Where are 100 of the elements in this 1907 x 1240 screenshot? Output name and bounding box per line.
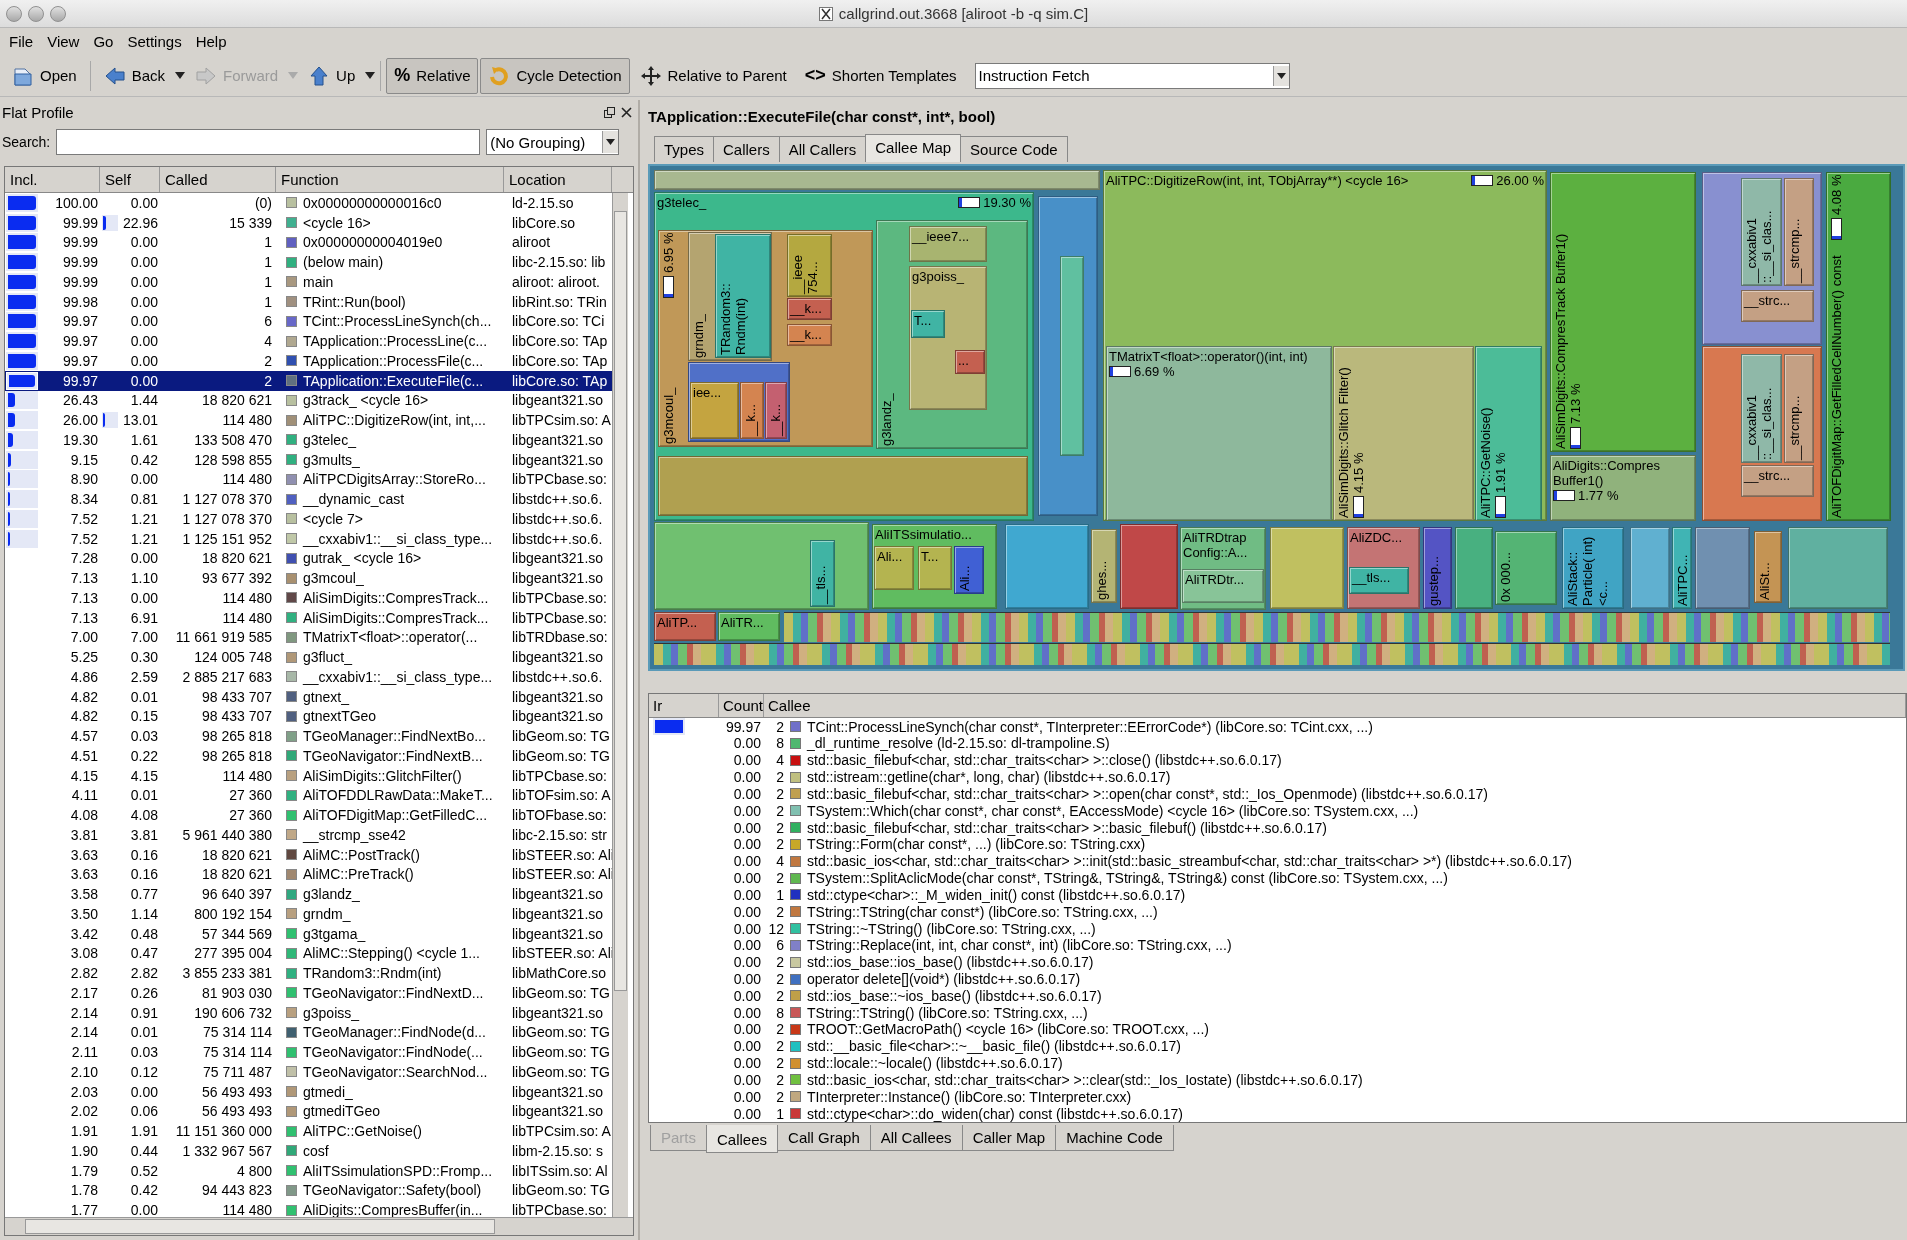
grouping-dropdown[interactable]: (No Grouping) xyxy=(486,129,620,155)
treemap-node[interactable]: __tls... xyxy=(654,522,869,610)
callee-row[interactable]: 0.00 6 TString::Replace(int, int, char const*, int) (libCore.so: TString.cxx, ...) xyxy=(649,936,1906,954)
treemap-node[interactable]: __k... xyxy=(787,298,832,320)
callee-row[interactable]: 0.00 2 std::basic_ios<char, std::char_traits<char> >::clear(std::_Ios_Iostate) (libstdc++.so.6.0.17) xyxy=(649,1071,1906,1089)
treemap-node[interactable] xyxy=(1630,527,1670,609)
table-row[interactable]: 7.52 1.21 1 127 078 370 <cycle 7> libstdc++.so.6. xyxy=(5,509,612,529)
table-row[interactable]: 3.58 0.77 96 640 397 g3landz_ libgeant321.so xyxy=(5,884,612,904)
table-row[interactable]: 99.98 0.00 1 TRint::Run(bool) libRint.so: TRin xyxy=(5,291,612,312)
callee-row[interactable]: 0.00 2 std::basic_filebuf<char, std::char_traits<char> >::basic_filebuf() (libstdc++.so.6.0.17) xyxy=(649,819,1906,836)
treemap-node[interactable]: AliDigits::Compres Buffer1() 1.77 % xyxy=(1550,455,1696,521)
table-row[interactable]: 3.81 3.81 5 961 440 380 __strcmp_sse42 libc-2.15.so: str xyxy=(5,825,612,845)
table-row[interactable]: 3.50 1.14 800 192 154 grndm_ libgeant321.so xyxy=(5,904,612,924)
callee-row[interactable]: 0.00 2 std::istream::getline(char*, long, char) (libstdc++.so.6.0.17) xyxy=(649,768,1906,786)
table-row[interactable]: 99.99 22.96 15 339 <cycle 16> libCore.so xyxy=(5,212,612,233)
treemap-node[interactable]: __k... xyxy=(765,382,787,439)
table-row[interactable]: 19.30 1.61 133 508 470 g3telec_ libgeant321.so xyxy=(5,430,612,450)
caret-icon[interactable] xyxy=(365,72,376,79)
menu-item[interactable]: File xyxy=(4,31,39,52)
treemap-node[interactable]: T... xyxy=(918,546,952,590)
treemap-node[interactable]: ghes... xyxy=(1091,529,1117,603)
table-row[interactable]: 7.00 7.00 11 661 919 585 TMatrixT<float>::operator(... libTRDbase.so: xyxy=(5,627,612,648)
table-row[interactable]: 3.42 0.48 57 344 569 g3tgama_ libgeant321.so xyxy=(5,923,612,944)
table-row[interactable]: 1.91 1.91 11 151 360 000 AliTPC::GetNoise() libTPCsim.so: A xyxy=(5,1121,612,1141)
treemap-node[interactable]: AliZDC... __tls... xyxy=(1347,527,1420,609)
treemap-node[interactable]: __ieee7... xyxy=(909,226,987,262)
table-row[interactable]: 99.97 0.00 2 TApplication::ProcessFile(c... libCore.so: TAp xyxy=(5,351,612,371)
tab[interactable]: Types xyxy=(654,136,715,162)
table-row[interactable]: 2.02 0.06 56 493 493 gtmediTGeo libgeant321.so xyxy=(5,1101,612,1122)
table-row[interactable]: 2.82 2.82 3 855 233 381 TRandom3::Rndm(int) libMathCore.so xyxy=(5,963,612,983)
treemap-node[interactable] xyxy=(1455,527,1493,609)
table-row[interactable]: 99.97 0.00 2 TApplication::ExecuteFile(c... libCore.so: TAp xyxy=(5,370,612,391)
tab[interactable]: Machine Code xyxy=(1055,1125,1174,1151)
treemap-node[interactable]: __k... xyxy=(740,382,764,439)
search-field[interactable] xyxy=(56,129,481,155)
callee-row[interactable]: 0.00 1 std::ctype<char>::_M_widen_init() const (libstdc++.so.6.0.17) xyxy=(649,886,1906,904)
treemap-node[interactable] xyxy=(1005,524,1089,609)
treemap-node[interactable]: g3landz_ __ieee7... g3poiss_ T... ... xyxy=(876,220,1028,449)
toolbar-button[interactable]: Up xyxy=(300,57,364,94)
table-row[interactable]: 4.82 0.15 98 433 707 gtnextTGeo libgeant321.so xyxy=(5,706,612,727)
treemap-node[interactable]: __cxxabiv1 ::__si_clas... __strcmp... __strc... xyxy=(1702,346,1822,521)
table-row[interactable]: 4.57 0.03 98 265 818 TGeoManager::FindNextBo... libGeom.so: TG xyxy=(5,726,612,746)
callee-row[interactable]: 0.00 2 TString::TString(char const*) (libCore.so: TString.cxx, ...) xyxy=(649,903,1906,921)
callee-row[interactable]: 0.00 4 std::basic_filebuf<char, std::char_traits<char> >::close() (libstdc++.so.6.0.17) xyxy=(649,751,1906,769)
menu-item[interactable]: Help xyxy=(190,31,232,52)
table-row[interactable]: 100.00 0.00 (0) 0x00000000000016c0 ld-2.15.so xyxy=(5,193,612,213)
treemap-node[interactable]: __k... xyxy=(787,324,832,346)
horizontal-scrollbar[interactable] xyxy=(5,1217,633,1235)
table-row[interactable]: 4.11 0.01 27 360 AliTOFDDLRawData::MakeT... libTOFsim.so: A xyxy=(5,785,612,806)
caret-icon[interactable] xyxy=(175,72,186,79)
table-row[interactable]: 4.82 0.01 98 433 707 gtnext_ libgeant321.so xyxy=(5,686,612,707)
table-row[interactable]: 1.90 0.44 1 332 967 567 cosf libm-2.15.so: s xyxy=(5,1141,612,1161)
table-row[interactable]: 2.10 0.12 75 711 487 TGeoNavigator::SearchNod... libGeom.so: TG xyxy=(5,1062,612,1082)
toolbar-button[interactable]: <> Shorten Templates xyxy=(796,57,965,94)
callee-row[interactable]: 0.00 2 std::basic_filebuf<char, std::char_traits<char> >::open(char const*, std::_Ios_Openmode) (libstdc++.so.6.0.17) xyxy=(649,785,1906,803)
callee-row[interactable]: 0.00 2 TSystem::Which(char const*, char const*, EAccessMode) <cycle 16> (libCore.so: TSystem.cxx, ...) xyxy=(649,802,1906,820)
treemap-node[interactable] xyxy=(1060,256,1084,456)
callee-row[interactable]: 99.97 2 TCint::ProcessLineSynch(char const*, TInterpreter::EErrorCode*) (libCore.so: TCint.cxx, ...) xyxy=(649,718,1906,735)
column-header[interactable]: Ir xyxy=(649,694,719,717)
table-row[interactable]: 99.97 0.00 4 TApplication::ProcessLine(c... libCore.so: TAp xyxy=(5,331,612,351)
treemap-node[interactable]: Ali... xyxy=(874,546,914,590)
callee-row[interactable]: 0.00 1 std::ctype<char>::do_widen(char) const (libstdc++.so.6.0.17) xyxy=(649,1105,1906,1122)
treemap-node[interactable]: AliTP... xyxy=(654,612,716,641)
callee-row[interactable]: 0.00 2 std::ios_base::~ios_base() (libstdc++.so.6.0.17) xyxy=(649,987,1906,1005)
table-row[interactable]: 2.11 0.03 75 314 114 TGeoNavigator::FindNode(... libGeom.so: TG xyxy=(5,1042,612,1062)
table-row[interactable]: 1.79 0.52 4 800 AliITSsimulationSPD::Fromp... libITSsim.so: Al xyxy=(5,1160,612,1181)
table-row[interactable]: 9.15 0.42 128 598 855 g3mults_ libgeant321.so xyxy=(5,449,612,470)
treemap-node[interactable]: AliSt... xyxy=(1754,531,1782,603)
callee-row[interactable]: 0.00 4 std::basic_ios<char, std::char_traits<char> >::init(std::basic_streambuf<char, std::char_traits<char> >*) (libstdc++.so.6.0.17) xyxy=(649,852,1906,870)
table-row[interactable]: 4.15 4.15 114 480 AliSimDigits::GlitchFilter() libTPCbase.so: xyxy=(5,765,612,786)
treemap-node[interactable] xyxy=(654,170,1100,190)
treemap-node[interactable]: T... xyxy=(911,310,945,338)
column-header[interactable]: Self xyxy=(100,167,160,192)
callee-row[interactable]: 0.00 2 std::__basic_file<char>::~__basic_file() (libstdc++.so.6.0.17) xyxy=(649,1037,1906,1055)
treemap-node[interactable] xyxy=(1788,527,1888,609)
treemap-node[interactable]: g3mcoul_ 6.95 % grndm_ TRandom3:: Rndm(int) __ieee 754... __k... __k... iee... __k... __k... xyxy=(658,230,873,447)
callee-row[interactable]: 0.00 2 std::ios_base::ios_base() (libstdc++.so.6.0.17) xyxy=(649,953,1906,971)
column-header[interactable]: Callee xyxy=(764,694,1906,717)
table-row[interactable]: 7.13 1.10 93 677 392 g3mcoul_ libgeant321.so xyxy=(5,568,612,588)
treemap-node[interactable]: __strc... xyxy=(1741,465,1814,497)
table-row[interactable]: 7.52 1.21 1 125 151 952 __cxxabiv1::__si_class_type... libstdc++.so.6. xyxy=(5,528,612,549)
treemap-node[interactable]: grndm_ TRandom3:: Rndm(int) xyxy=(688,232,772,361)
vertical-scrollbar[interactable] xyxy=(612,193,628,1218)
treemap-node[interactable]: AliTRDtrap Config::A... AliTRDtr... xyxy=(1180,527,1266,610)
callee-row[interactable]: 0.00 2 std::locale::~locale() (libstdc++.so.6.0.17) xyxy=(649,1054,1906,1072)
treemap-node[interactable]: AliTOFDigitMap::GetFilledCellNumber() const 4.08 % xyxy=(1826,172,1891,521)
treemap-node[interactable]: 0x 000... xyxy=(1495,531,1557,605)
treemap-node[interactable]: TRandom3:: Rndm(int) xyxy=(715,234,771,358)
treemap-node[interactable]: __strc... xyxy=(1741,290,1814,322)
toolbar-button[interactable]: Cycle Detection xyxy=(480,57,630,94)
tab[interactable]: Callees xyxy=(706,1125,779,1153)
tab[interactable]: Source Code xyxy=(960,136,1068,162)
window-close-button[interactable] xyxy=(6,5,22,22)
treemap-node[interactable]: __cxxabiv1 ::__si_clas... __strcmp... __strc... xyxy=(1702,172,1822,345)
treemap-node[interactable]: __ieee 754... xyxy=(787,234,832,297)
table-row[interactable]: 8.34 0.81 1 127 078 370 __dynamic_cast libstdc++.so.6. xyxy=(5,489,612,509)
column-header[interactable]: Count xyxy=(719,694,764,717)
table-row[interactable]: 8.90 0.00 114 480 AliTPCDigitsArray::StoreRo... libTPCbase.so: xyxy=(5,469,612,490)
treemap-node[interactable] xyxy=(1695,527,1750,609)
treemap-node[interactable]: __tls... xyxy=(1349,567,1409,594)
